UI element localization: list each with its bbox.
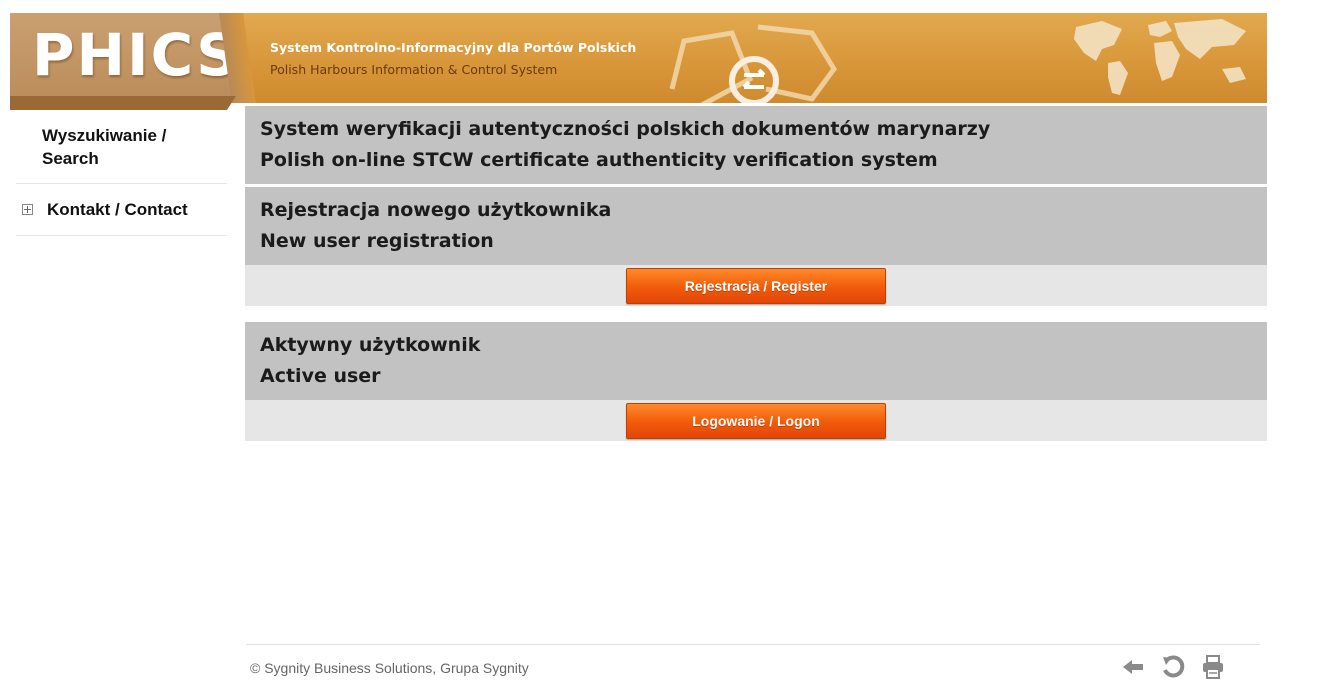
footer-divider (246, 644, 1260, 645)
back-arrow-icon[interactable] (1120, 654, 1146, 680)
logo-block: PHICS (10, 13, 238, 103)
header-banner: PHICS System Kontrolno-Informacyjny dla … (10, 13, 1267, 103)
system-title-bar: System weryfikacji autentyczności polski… (245, 106, 1267, 184)
plus-square-icon[interactable] (22, 204, 33, 215)
phics-logo[interactable]: PHICS (32, 21, 240, 89)
register-button[interactable]: Rejestracja / Register (626, 267, 886, 304)
print-icon[interactable] (1200, 654, 1226, 680)
subtitle-polish: System Kontrolno-Informacyjny dla Portów… (270, 40, 637, 55)
documents-exchange-icon (669, 24, 838, 103)
sidebar-item-contact-label: Kontakt / Contact (47, 200, 188, 219)
system-title-polish: System weryfikacji autentyczności polski… (260, 118, 991, 140)
registration-action-bar: Rejestracja / Register (245, 265, 1267, 306)
footer-copyright: © Sygnity Business Solutions, Grupa Sygn… (250, 660, 529, 676)
logo-underline (10, 96, 236, 110)
footer-toolbar (1120, 654, 1226, 680)
header-subtitle: System Kontrolno-Informacyjny dla Portów… (270, 37, 636, 81)
active-user-title-english: Active user (260, 365, 381, 387)
main-content: System weryfikacji autentyczności polski… (245, 106, 1267, 441)
active-user-title-bar: Aktywny użytkownik Active user (245, 322, 1267, 400)
sidebar-item-search[interactable]: Wyszukiwanie / Search (16, 110, 227, 184)
sidebar-item-contact[interactable]: Kontakt / Contact (16, 184, 227, 236)
registration-title-english: New user registration (260, 230, 494, 252)
registration-title-bar: Rejestracja nowego użytkownika New user … (245, 187, 1267, 265)
active-user-title-polish: Aktywny użytkownik (260, 334, 481, 356)
refresh-icon[interactable] (1160, 654, 1186, 680)
logon-button[interactable]: Logowanie / Logon (626, 402, 886, 439)
sidebar-nav: Wyszukiwanie / Search Kontakt / Contact (16, 110, 227, 236)
system-title-english: Polish on-line STCW certificate authenti… (260, 149, 938, 171)
active-user-action-bar: Logowanie / Logon (245, 400, 1267, 441)
sidebar-item-search-label: Wyszukiwanie / Search (42, 126, 167, 168)
registration-title-polish: Rejestracja nowego użytkownika (260, 199, 612, 221)
subtitle-english: Polish Harbours Information & Control Sy… (270, 62, 558, 77)
world-map-icon (1074, 19, 1246, 95)
